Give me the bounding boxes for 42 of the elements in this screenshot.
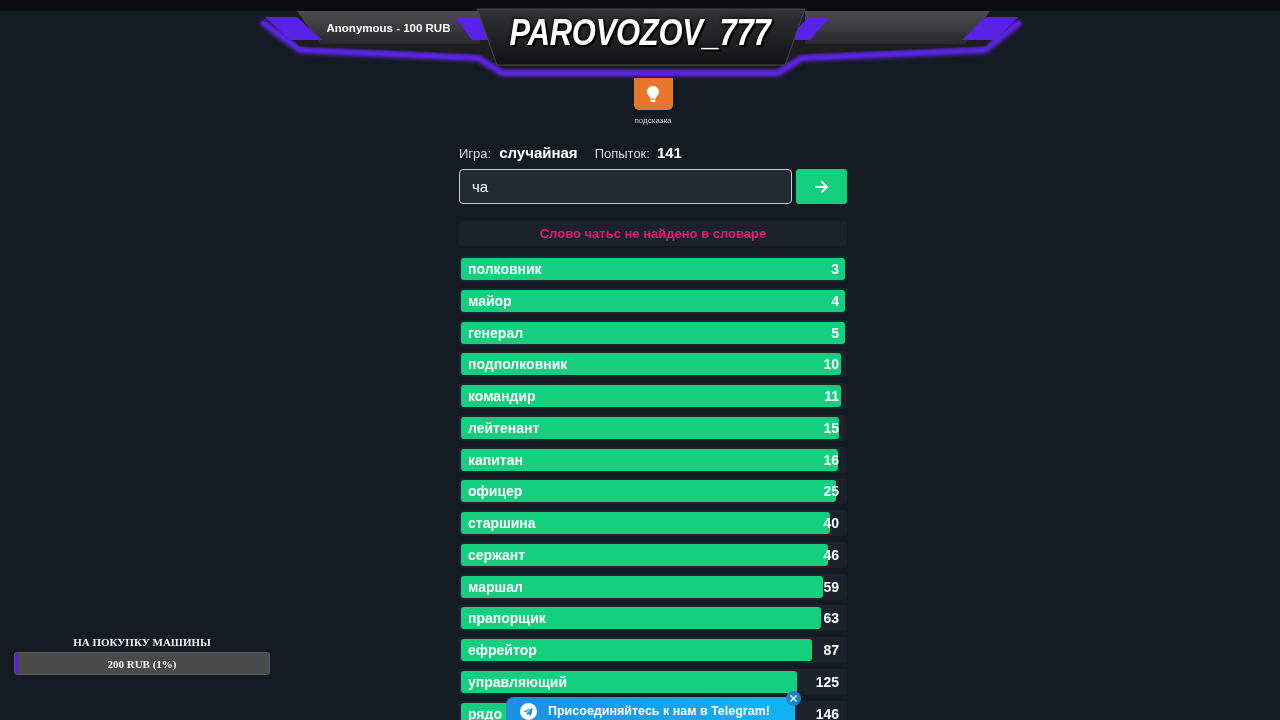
guess-word: генерал [468,324,524,341]
error-message: Слово чатьс не найдено в словаре [459,221,847,246]
guess-rank: 10 [823,356,839,373]
guess-rank: 3 [831,261,839,277]
guess-word: полковник [468,261,542,277]
guess-rank: 87 [823,642,839,658]
hint-button[interactable] [633,78,673,110]
guess-word: ефрейтор [468,642,537,658]
attempts-value: 141 [656,144,682,162]
donor-text: Anonymous - 100 RUB [326,21,451,35]
paper-plane-icon [520,703,537,720]
guess-word: сержант [468,546,526,563]
game-value: случайная [499,144,578,162]
guess-rank: 15 [823,419,839,436]
guess-word: подполковник [468,356,568,373]
arrow-right-icon [814,180,829,193]
guess-word: майор [468,292,512,309]
guess-word: маршал [468,578,523,595]
guess-rank: 4 [831,292,839,309]
guess-rank: 59 [823,578,839,595]
close-icon [790,695,797,702]
guess-rank: 63 [823,610,839,627]
game-label: Игра: [459,145,492,163]
goal-amount: 200 RUB (1%) [107,656,177,671]
lightbulb-icon [647,86,659,102]
channel-title: PAROVOZOV_777 [509,13,771,53]
guess-word: управляющий [468,673,568,690]
telegram-text: Присоединяйтесь к нам в Telegram! [548,704,770,719]
attempts-label: Попыток: [594,145,650,163]
guess-rank: 5 [831,324,839,341]
guess-word: прапорщик [468,610,546,627]
guess-word: старшина [468,515,536,531]
guess-rank: 146 [815,705,839,720]
guess-word: лейтенант [468,419,540,436]
goal-title: НА ПОКУПКУ МАШИНЫ [73,635,211,649]
guess-rank: 11 [824,388,839,404]
guess-rank: 125 [815,673,839,690]
guess-word: капитан [468,451,523,468]
guess-word: офицер [468,483,523,500]
guess-input[interactable]: ча [459,169,792,204]
guess-word: командир [468,388,536,404]
hint-label: подсказка [634,116,672,126]
